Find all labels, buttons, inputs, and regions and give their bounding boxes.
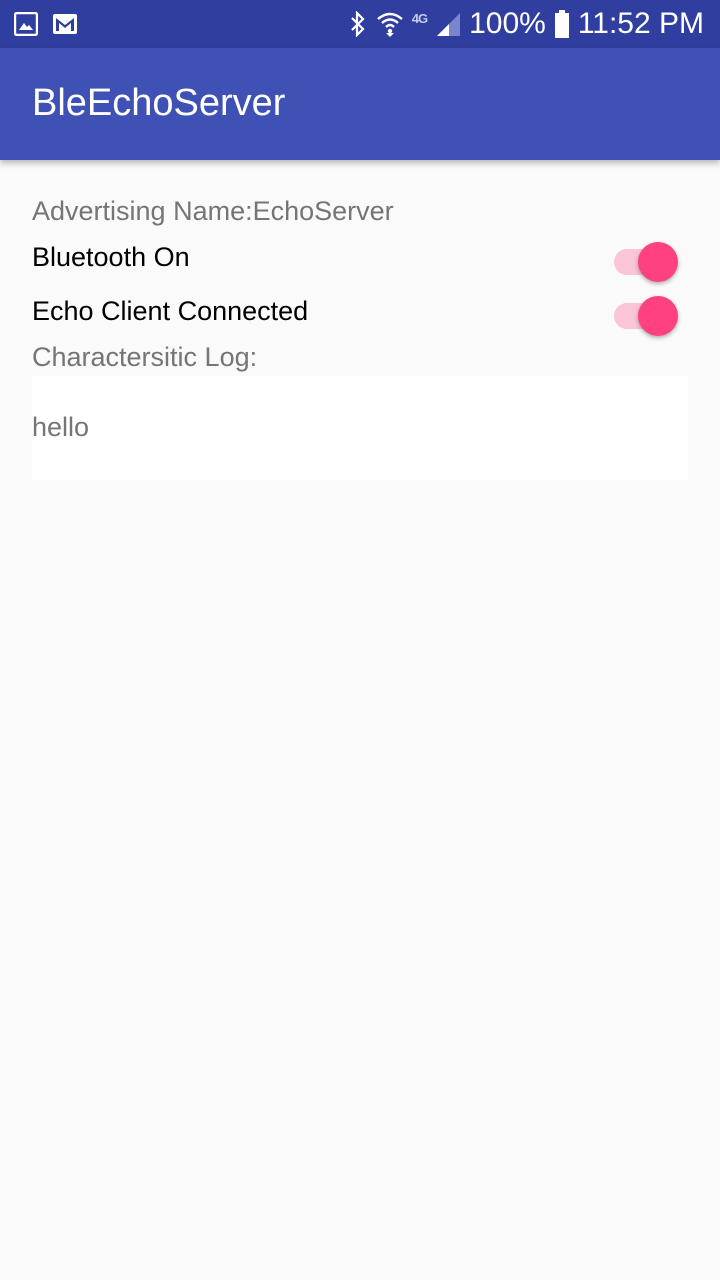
log-label: Charactersitic Log: xyxy=(32,342,258,372)
bluetooth-switch-thumb xyxy=(638,242,678,282)
client-connected-switch-thumb xyxy=(638,296,678,336)
bluetooth-switch[interactable] xyxy=(614,238,682,282)
advertising-name: Advertising Name:EchoServer xyxy=(32,196,394,226)
status-bar-notifications xyxy=(13,10,78,38)
bluetooth-row: Bluetooth On xyxy=(32,234,688,284)
bluetooth-icon xyxy=(348,10,368,38)
bluetooth-label: Bluetooth On xyxy=(32,242,190,272)
app-bar: BleEchoServer xyxy=(0,48,720,160)
cell-signal-icon xyxy=(435,11,461,37)
wifi-icon xyxy=(376,11,404,37)
status-bar-system: 4G 100% 11:52 PM xyxy=(348,0,704,48)
image-icon xyxy=(13,11,39,37)
client-connected-row: Echo Client Connected xyxy=(32,288,688,338)
battery-icon xyxy=(554,10,570,38)
battery-percent: 100% xyxy=(469,7,546,40)
gmail-icon xyxy=(52,13,78,35)
clock: 11:52 PM xyxy=(577,7,704,40)
status-bar: 4G 100% 11:52 PM xyxy=(0,0,720,48)
client-connected-switch[interactable] xyxy=(614,292,682,336)
app-title: BleEchoServer xyxy=(32,82,286,124)
log-box: hello xyxy=(32,376,688,480)
log-text: hello xyxy=(32,412,90,442)
network-type-label: 4G xyxy=(411,10,428,26)
client-connected-label: Echo Client Connected xyxy=(32,296,309,326)
